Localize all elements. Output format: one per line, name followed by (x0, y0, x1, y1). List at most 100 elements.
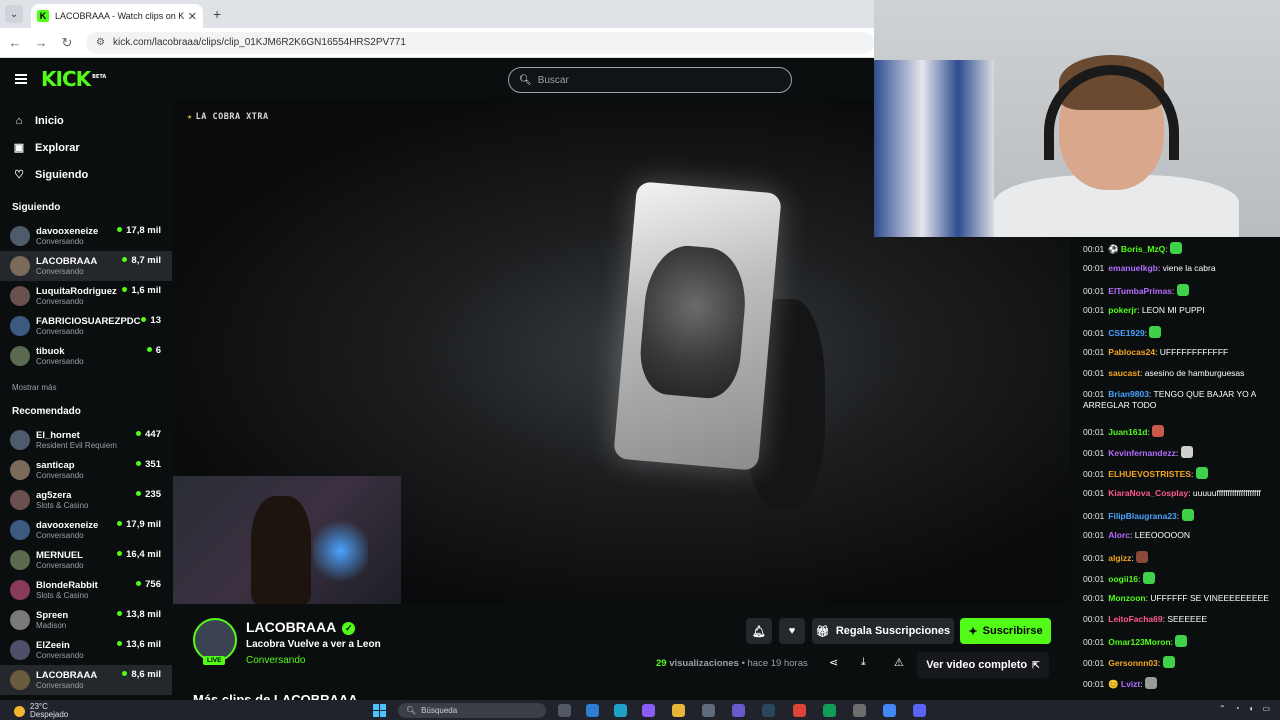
heart-icon: ♡ (14, 169, 24, 181)
app-icon[interactable] (642, 704, 655, 717)
chat-username[interactable]: LeitoFacha69 (1108, 614, 1162, 624)
chat-username[interactable]: Lvizt (1121, 679, 1140, 689)
discord-icon[interactable] (913, 704, 926, 717)
notification-bell-button[interactable]: 🔔︎ (746, 618, 772, 644)
chat-username[interactable]: Juan161d (1108, 427, 1147, 437)
sidebar-channel-lacobraaa[interactable]: LACOBRAAA Conversando 8,6 mil (0, 665, 172, 695)
taskbar-search[interactable]: 🔍︎ Búsqueda (398, 703, 546, 718)
windows-start-icon[interactable] (373, 704, 386, 717)
chat-username[interactable]: Omar123Moron (1108, 637, 1170, 647)
nav-siguiendo[interactable]: ♡ Siguiendo (0, 161, 172, 188)
chat-badge-icon: 😊 (1108, 679, 1119, 689)
clip-stats: 29 visualizaciones • hace 19 horas (656, 658, 808, 669)
channel-category: Conversando (36, 471, 84, 480)
app-icon[interactable] (586, 704, 599, 717)
subscribe-button[interactable]: ✦ Suscribirse (960, 618, 1051, 644)
heart-icon: ♥ (788, 625, 796, 637)
tab-search-button[interactable]: ⌄ (5, 5, 23, 23)
browser-tab[interactable]: K LACOBRAAA - Watch clips on K ✕ (31, 4, 203, 28)
chat-username[interactable]: Gersonnn03 (1108, 658, 1158, 668)
download-icon[interactable]: ⤓ (861, 656, 866, 669)
chat-message: 00:01 Pablocas24: UFFFFFFFFFFFF (1083, 347, 1229, 357)
viewer-count: 17,9 mil (117, 519, 161, 530)
sidebar-channel-ag5zera[interactable]: ag5zera Slots & Casino 235 (0, 485, 172, 515)
tab-close-icon[interactable]: ✕ (188, 10, 197, 23)
sidebar-channel-luquitarodriguez[interactable]: LuquitaRodriguez Conversando 1,6 mil (0, 281, 172, 311)
edge-icon[interactable] (614, 704, 627, 717)
sidebar-channel-santicap[interactable]: santicap Conversando 351 (0, 455, 172, 485)
sidebar-channel-elzeein[interactable]: ElZeein Conversando 13,6 mil (0, 635, 172, 665)
chat-username[interactable]: Alorc (1108, 530, 1130, 540)
chat-emote-icon (1149, 326, 1162, 338)
home-icon: ⌂ (15, 114, 23, 127)
nav-inicio[interactable]: ⌂ Inicio (0, 107, 172, 134)
nav-explorar[interactable]: ▣ Explorar (0, 134, 172, 161)
chat-message: 00:01 CSE1929: (1083, 326, 1278, 339)
weather-widget[interactable]: 23°C Despejado (14, 703, 68, 719)
steam-icon[interactable] (762, 704, 775, 717)
sidebar-channel-davooxeneize[interactable]: davooxeneize Conversando 17,9 mil (0, 515, 172, 545)
chat-message: 00:01 Juan161d: (1083, 425, 1278, 438)
gift-subs-button[interactable]: 🎁︎ Regala Suscripciones (812, 618, 954, 644)
chat-time: 00:01 (1083, 368, 1105, 378)
forward-icon[interactable]: → (30, 35, 52, 50)
chat-username[interactable]: Boris_MzQ (1121, 244, 1165, 254)
chat-username[interactable]: oogii16 (1108, 574, 1138, 584)
clip-age: • hace 19 horas (741, 658, 808, 669)
chat-username[interactable]: saucast (1108, 368, 1140, 378)
chat-username[interactable]: algizz (1108, 553, 1131, 563)
system-tray[interactable]: ⌃ ◔ ◖ ▭ (1219, 704, 1270, 713)
clip-category[interactable]: Conversando (246, 655, 305, 666)
chat-username[interactable]: ELHUEVOSTRISTES (1108, 469, 1191, 479)
chat-time: 00:01 (1083, 244, 1105, 254)
chat-message: 00:01 Gersonnn03: (1083, 656, 1278, 669)
app-icon[interactable] (702, 704, 715, 717)
chat-username[interactable]: Kevinfernandezz (1108, 448, 1176, 458)
sidebar-channel-spreen[interactable]: Spreen Madison 13,8 mil (0, 605, 172, 635)
chat-username[interactable]: CSE1929 (1108, 328, 1144, 338)
chat-message: 00:01 saucast: asesino de hamburguesas (1083, 368, 1245, 378)
sidebar-channel-el_hornet[interactable]: El_hornet Resident Evil Requiem 447 (0, 425, 172, 455)
volume-icon: ◖ (1248, 704, 1254, 713)
search-input[interactable]: 🔍︎ Buscar (508, 67, 792, 93)
chat-message: 00:01 Kevinfernandezz: (1083, 446, 1278, 459)
report-icon[interactable]: ⚠ (894, 656, 904, 669)
chat-username[interactable]: KiaraNova_Cosplay (1108, 488, 1188, 498)
app-icon[interactable] (853, 704, 866, 717)
menu-icon[interactable] (15, 72, 27, 86)
chat-message: 00:01 😊 Lvizt: (1083, 677, 1278, 690)
sidebar-channel-fabriciosuarezpdc[interactable]: FABRICIOSUAREZPDC Conversando 13 (0, 311, 172, 341)
sidebar-channel-lacobraaa[interactable]: LACOBRAAA Conversando 8,7 mil (0, 251, 172, 281)
chat-username[interactable]: FilipBlaugrana23 (1108, 511, 1177, 521)
chat-username[interactable]: ElTumbaPrimas (1108, 286, 1172, 296)
full-video-button[interactable]: Ver video completo ⇱ (917, 652, 1049, 678)
chat-text: UFFFFFF SE VINEEEEEEEEE (1150, 593, 1269, 603)
chrome-icon[interactable] (883, 704, 896, 717)
chat-username[interactable]: Monzoon (1108, 593, 1145, 603)
share-icon[interactable]: ⋖ (829, 656, 838, 669)
site-info-icon[interactable]: ⚙ (96, 37, 105, 48)
channel-category: Conversando (36, 531, 84, 540)
kick-logo[interactable]: KICK BETA (41, 67, 106, 91)
teams-icon[interactable] (732, 704, 745, 717)
follow-heart-button[interactable]: ♥ (779, 618, 805, 644)
sidebar-channel-davooxeneize[interactable]: davooxeneize Conversando 17,8 mil (0, 221, 172, 251)
chat-username[interactable]: Brian9803 (1108, 389, 1149, 399)
task-view-icon[interactable] (558, 704, 571, 717)
back-icon[interactable]: ← (4, 35, 26, 50)
chat-username[interactable]: emanuelkgb (1108, 263, 1158, 273)
sidebar-channel-tibuok[interactable]: tibuok Conversando 6 (0, 341, 172, 371)
address-bar[interactable]: ⚙ kick.com/lacobraaa/clips/clip_01KJM6R2… (86, 31, 874, 54)
reload-icon[interactable]: ↻ (56, 35, 78, 51)
show-more-link[interactable]: Mostrar más (0, 383, 172, 392)
search-icon: 🔍︎ (519, 74, 532, 86)
sidebar-channel-mernuel[interactable]: MERNUEL Conversando 16,4 mil (0, 545, 172, 575)
channel-name[interactable]: LACOBRAAA ✓ (246, 619, 356, 635)
chrome-icon[interactable] (793, 704, 806, 717)
folder-icon[interactable] (672, 704, 685, 717)
sidebar-channel-blonderabbit[interactable]: BlondeRabbit Slots & Casino 756 (0, 575, 172, 605)
chat-username[interactable]: pokerjr (1108, 305, 1137, 315)
chat-username[interactable]: Pablocas24 (1108, 347, 1155, 357)
chrome-icon[interactable] (823, 704, 836, 717)
new-tab-button[interactable]: + (213, 6, 221, 22)
